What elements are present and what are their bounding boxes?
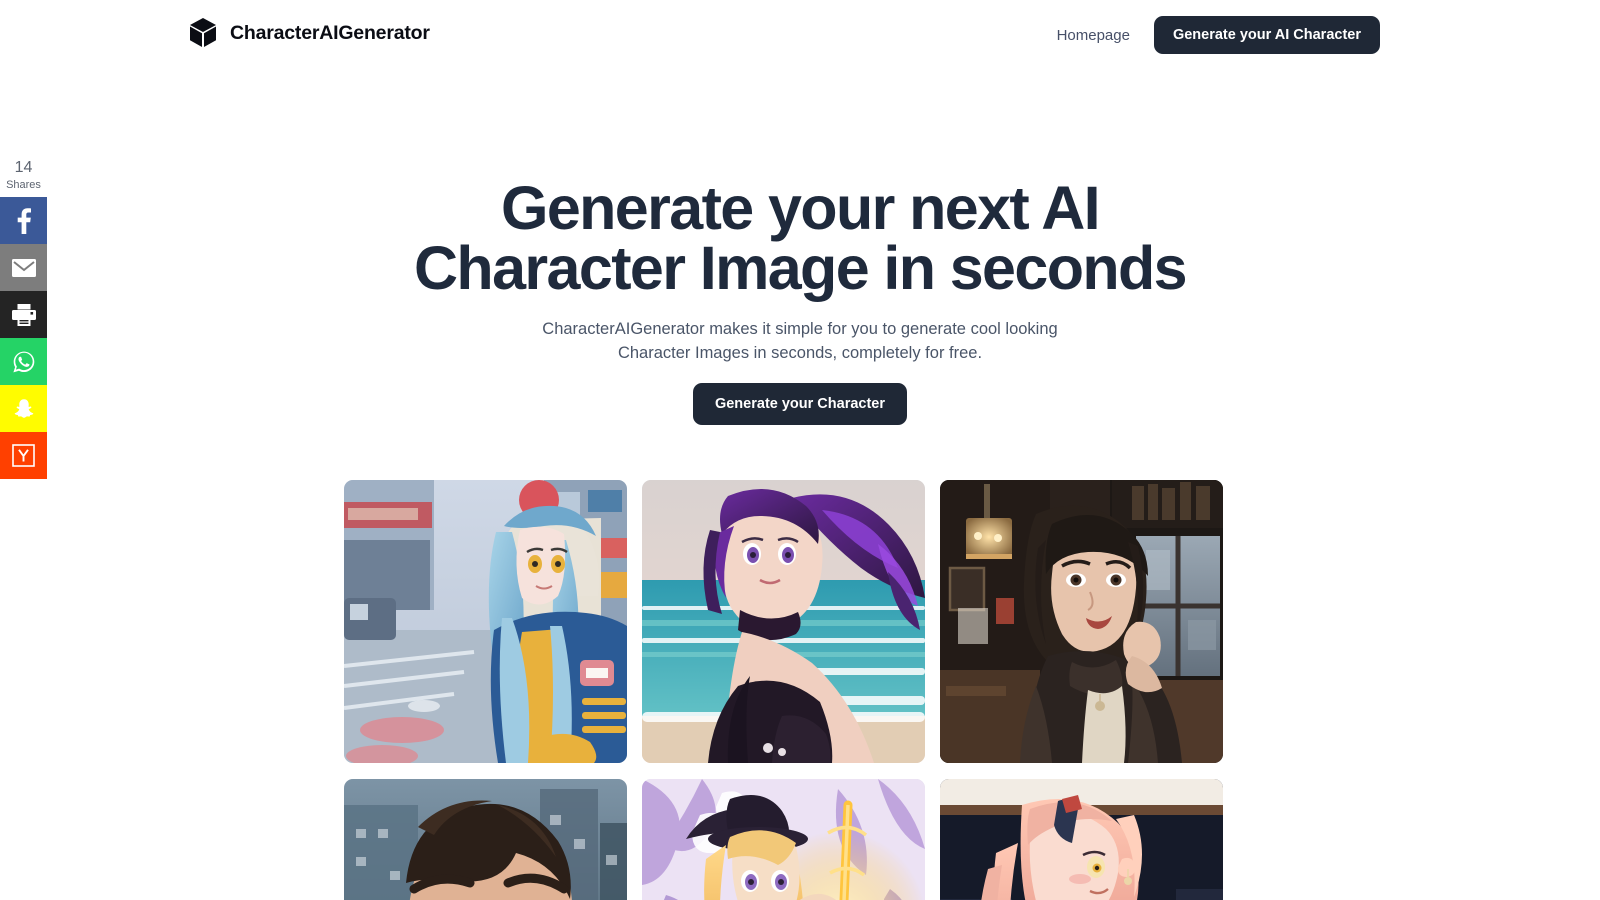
hero-subtitle-line-2: Character Images in seconds, completely … (617, 344, 983, 362)
share-count-number: 14 (14, 159, 33, 176)
hero-title-line-2: Character Image in seconds (413, 234, 1188, 302)
brand-name: CharacterAIGenerator (230, 21, 430, 44)
hackernews-icon (12, 444, 35, 467)
character-gallery (344, 480, 1224, 900)
site-header: CharacterAIGenerator Homepage Generate y… (0, 0, 1600, 68)
gallery-item-realistic-man-city[interactable] (344, 779, 627, 900)
nav-link-homepage[interactable]: Homepage (1057, 27, 1130, 44)
gallery-item-realistic-girl-cafe[interactable] (940, 480, 1223, 763)
gallery-item-anime-purple-hair-beach[interactable] (642, 480, 925, 763)
cube-icon (188, 16, 218, 50)
gallery-item-anime-witch-gold-staff[interactable] (642, 779, 925, 900)
hero-subtitle: CharacterAIGenerator makes it simple for… (0, 317, 1600, 365)
hero-cta-wrapper: Generate your Character (0, 383, 1600, 425)
hero-subtitle-line-1: CharacterAIGenerator makes it simple for… (542, 320, 1058, 338)
page-title: Generate your next AI Character Image in… (0, 178, 1600, 299)
gallery-item-anime-pink-hair-drink[interactable] (940, 779, 1223, 900)
gallery-item-anime-blue-hair-city[interactable] (344, 480, 627, 763)
header-generate-button[interactable]: Generate your AI Character (1153, 16, 1380, 54)
hero-title-line-1: Generate your next AI (500, 174, 1101, 242)
hero-generate-button[interactable]: Generate your Character (692, 383, 908, 425)
brand-logo-link[interactable]: CharacterAIGenerator (188, 16, 430, 50)
share-hackernews-button[interactable] (0, 432, 47, 479)
header-actions: Homepage Generate your AI Character (1057, 16, 1380, 54)
